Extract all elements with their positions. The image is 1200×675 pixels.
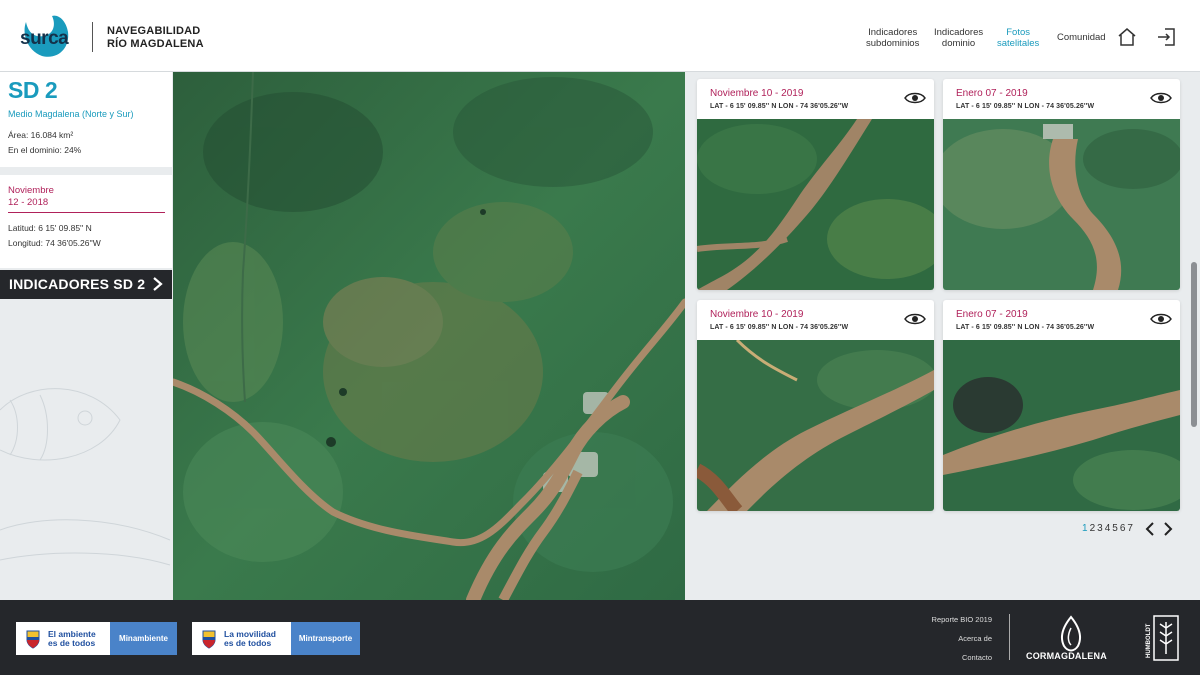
thumbnail-coords: LAT - 6 15' 09.85'' N LON - 74 36'05.26'…	[956, 103, 1095, 110]
thumbnail-coords: LAT - 6 15' 09.85'' N LON - 74 36'05.26'…	[956, 324, 1095, 331]
nav-label: satelitales	[997, 38, 1040, 49]
eye-icon[interactable]	[1150, 91, 1172, 105]
date-month: Noviembre	[8, 185, 54, 196]
footer-divider	[1009, 614, 1010, 660]
domain-percent: En el dominio: 24%	[8, 145, 82, 155]
badge-text: El ambiente es de todos	[48, 629, 96, 648]
page-1[interactable]: 1	[1082, 523, 1088, 534]
page-5[interactable]: 5	[1112, 523, 1118, 534]
nav-label: Indicadores	[934, 27, 984, 38]
satellite-thumbnail[interactable]: Noviembre 10 - 2019 LAT - 6 15' 09.85'' …	[697, 79, 934, 290]
page-3[interactable]: 3	[1097, 523, 1103, 534]
next-page-arrow[interactable]	[1162, 522, 1174, 536]
thumbnail-image	[943, 119, 1180, 290]
eye-icon[interactable]	[904, 312, 926, 326]
badge-ministry-label: Minambiente	[110, 622, 177, 655]
previous-page-arrow[interactable]	[1144, 522, 1156, 536]
badge-line: es de todos	[48, 637, 96, 648]
eye-icon[interactable]	[904, 91, 926, 105]
nav-label: Comunidad	[1057, 32, 1106, 43]
area-text: Área: 16.084 km²	[8, 130, 74, 140]
date-day-year: 12 - 2018	[8, 197, 49, 208]
satellite-thumbnail[interactable]: Enero 07 - 2019 LAT - 6 15' 09.85'' N LO…	[943, 79, 1180, 290]
scrollbar-thumb[interactable]	[1191, 262, 1197, 427]
date-separator	[8, 212, 165, 213]
thumbnail-date: Noviembre 10 - 2019	[710, 88, 804, 99]
footer: El ambiente es de todos Minambiente La m…	[0, 600, 1200, 675]
humboldt-logo[interactable]: HUMBOLDT	[1140, 614, 1180, 662]
mintransporte-badge[interactable]: La movilidad es de todos Mintransporte	[192, 622, 360, 655]
longitude: Longitud: 74 36'05.26''W	[8, 238, 101, 248]
nav-label: Indicadores	[868, 27, 918, 38]
chevron-right-icon	[153, 277, 163, 291]
footer-link-reporte[interactable]: Reporte BIO 2019	[932, 615, 992, 624]
satellite-thumbnail[interactable]: Noviembre 10 - 2019 LAT - 6 15' 09.85'' …	[697, 300, 934, 511]
page-6[interactable]: 6	[1120, 523, 1126, 534]
nav-label: dominio	[941, 38, 976, 49]
thumbnail-date: Enero 07 - 2019	[956, 88, 1028, 99]
subdomain-card: SD 2 Medio Magdalena (Norte y Sur) Área:…	[0, 72, 172, 167]
minambiente-badge[interactable]: El ambiente es de todos Minambiente	[16, 622, 177, 655]
thumbnail-image	[697, 340, 934, 511]
thumbnail-image	[943, 340, 1180, 511]
thumbnail-date: Noviembre 10 - 2019	[710, 309, 804, 320]
thumbnail-coords: LAT - 6 15' 09.85'' N LON - 74 36'05.26'…	[710, 324, 849, 331]
fish-illustration	[0, 388, 171, 566]
thumbnail-image	[697, 119, 934, 290]
subdomain-title: SD 2	[8, 77, 58, 103]
pagination: 1 2 3 4 5 6 7	[1082, 523, 1133, 534]
brand-line-1: NAVEGABILIDAD	[107, 25, 201, 37]
footer-link-contacto[interactable]: Contacto	[962, 653, 992, 662]
badge-ministry-label: Mintransporte	[291, 622, 360, 655]
badge-text: La movilidad es de todos	[224, 629, 276, 648]
date-card: Noviembre 12 - 2018 Latitud: 6 15' 09.85…	[0, 175, 172, 268]
nav-indicadores-dominio[interactable]: Indicadores dominio	[934, 27, 983, 49]
subdomain-subtitle: Medio Magdalena (Norte y Sur)	[8, 109, 134, 119]
cormagdalena-label: CORMAGDALENA	[1026, 651, 1107, 661]
brand-title: NAVEGABILIDAD RÍO MAGDALENA	[107, 25, 204, 51]
brand-divider	[92, 22, 93, 52]
header: surca NAVEGABILIDAD RÍO MAGDALENA Indica…	[0, 0, 1200, 72]
thumbnail-date: Enero 07 - 2019	[956, 309, 1028, 320]
badge-white-part: La movilidad es de todos	[192, 622, 291, 655]
main-satellite-image[interactable]	[173, 72, 685, 600]
nav-fotos-satelitales[interactable]: Fotos satelitales	[997, 27, 1039, 49]
badge-line: es de todos	[224, 637, 272, 648]
indicators-button-label: INDICADORES SD 2	[9, 276, 146, 292]
indicators-button[interactable]: INDICADORES SD 2	[0, 270, 172, 299]
page-2[interactable]: 2	[1090, 523, 1096, 534]
nav-indicadores-subdominios[interactable]: Indicadores subdominios	[866, 27, 919, 49]
logout-icon[interactable]	[1156, 26, 1178, 48]
humboldt-label: HUMBOLDT	[1146, 623, 1152, 658]
thumbnail-coords: LAT - 6 15' 09.85'' N LON - 74 36'05.26'…	[710, 103, 849, 110]
eye-icon[interactable]	[1150, 312, 1172, 326]
nav-label: subdominios	[866, 38, 920, 49]
nav-label: Fotos	[1006, 27, 1030, 38]
coat-of-arms-icon	[26, 630, 40, 649]
brand-line-2: RÍO MAGDALENA	[107, 38, 204, 50]
page-7[interactable]: 7	[1127, 523, 1133, 534]
home-icon[interactable]	[1116, 26, 1138, 48]
satellite-thumbnail[interactable]: Enero 07 - 2019 LAT - 6 15' 09.85'' N LO…	[943, 300, 1180, 511]
page-4[interactable]: 4	[1105, 523, 1111, 534]
coat-of-arms-icon	[202, 630, 216, 649]
logo-text: surca	[20, 28, 69, 49]
nav-comunidad[interactable]: Comunidad	[1057, 32, 1106, 43]
footer-link-acerca[interactable]: Acerca de	[958, 634, 992, 643]
badge-white-part: El ambiente es de todos	[16, 622, 110, 655]
latitude: Latitud: 6 15' 09.85'' N	[8, 223, 92, 233]
